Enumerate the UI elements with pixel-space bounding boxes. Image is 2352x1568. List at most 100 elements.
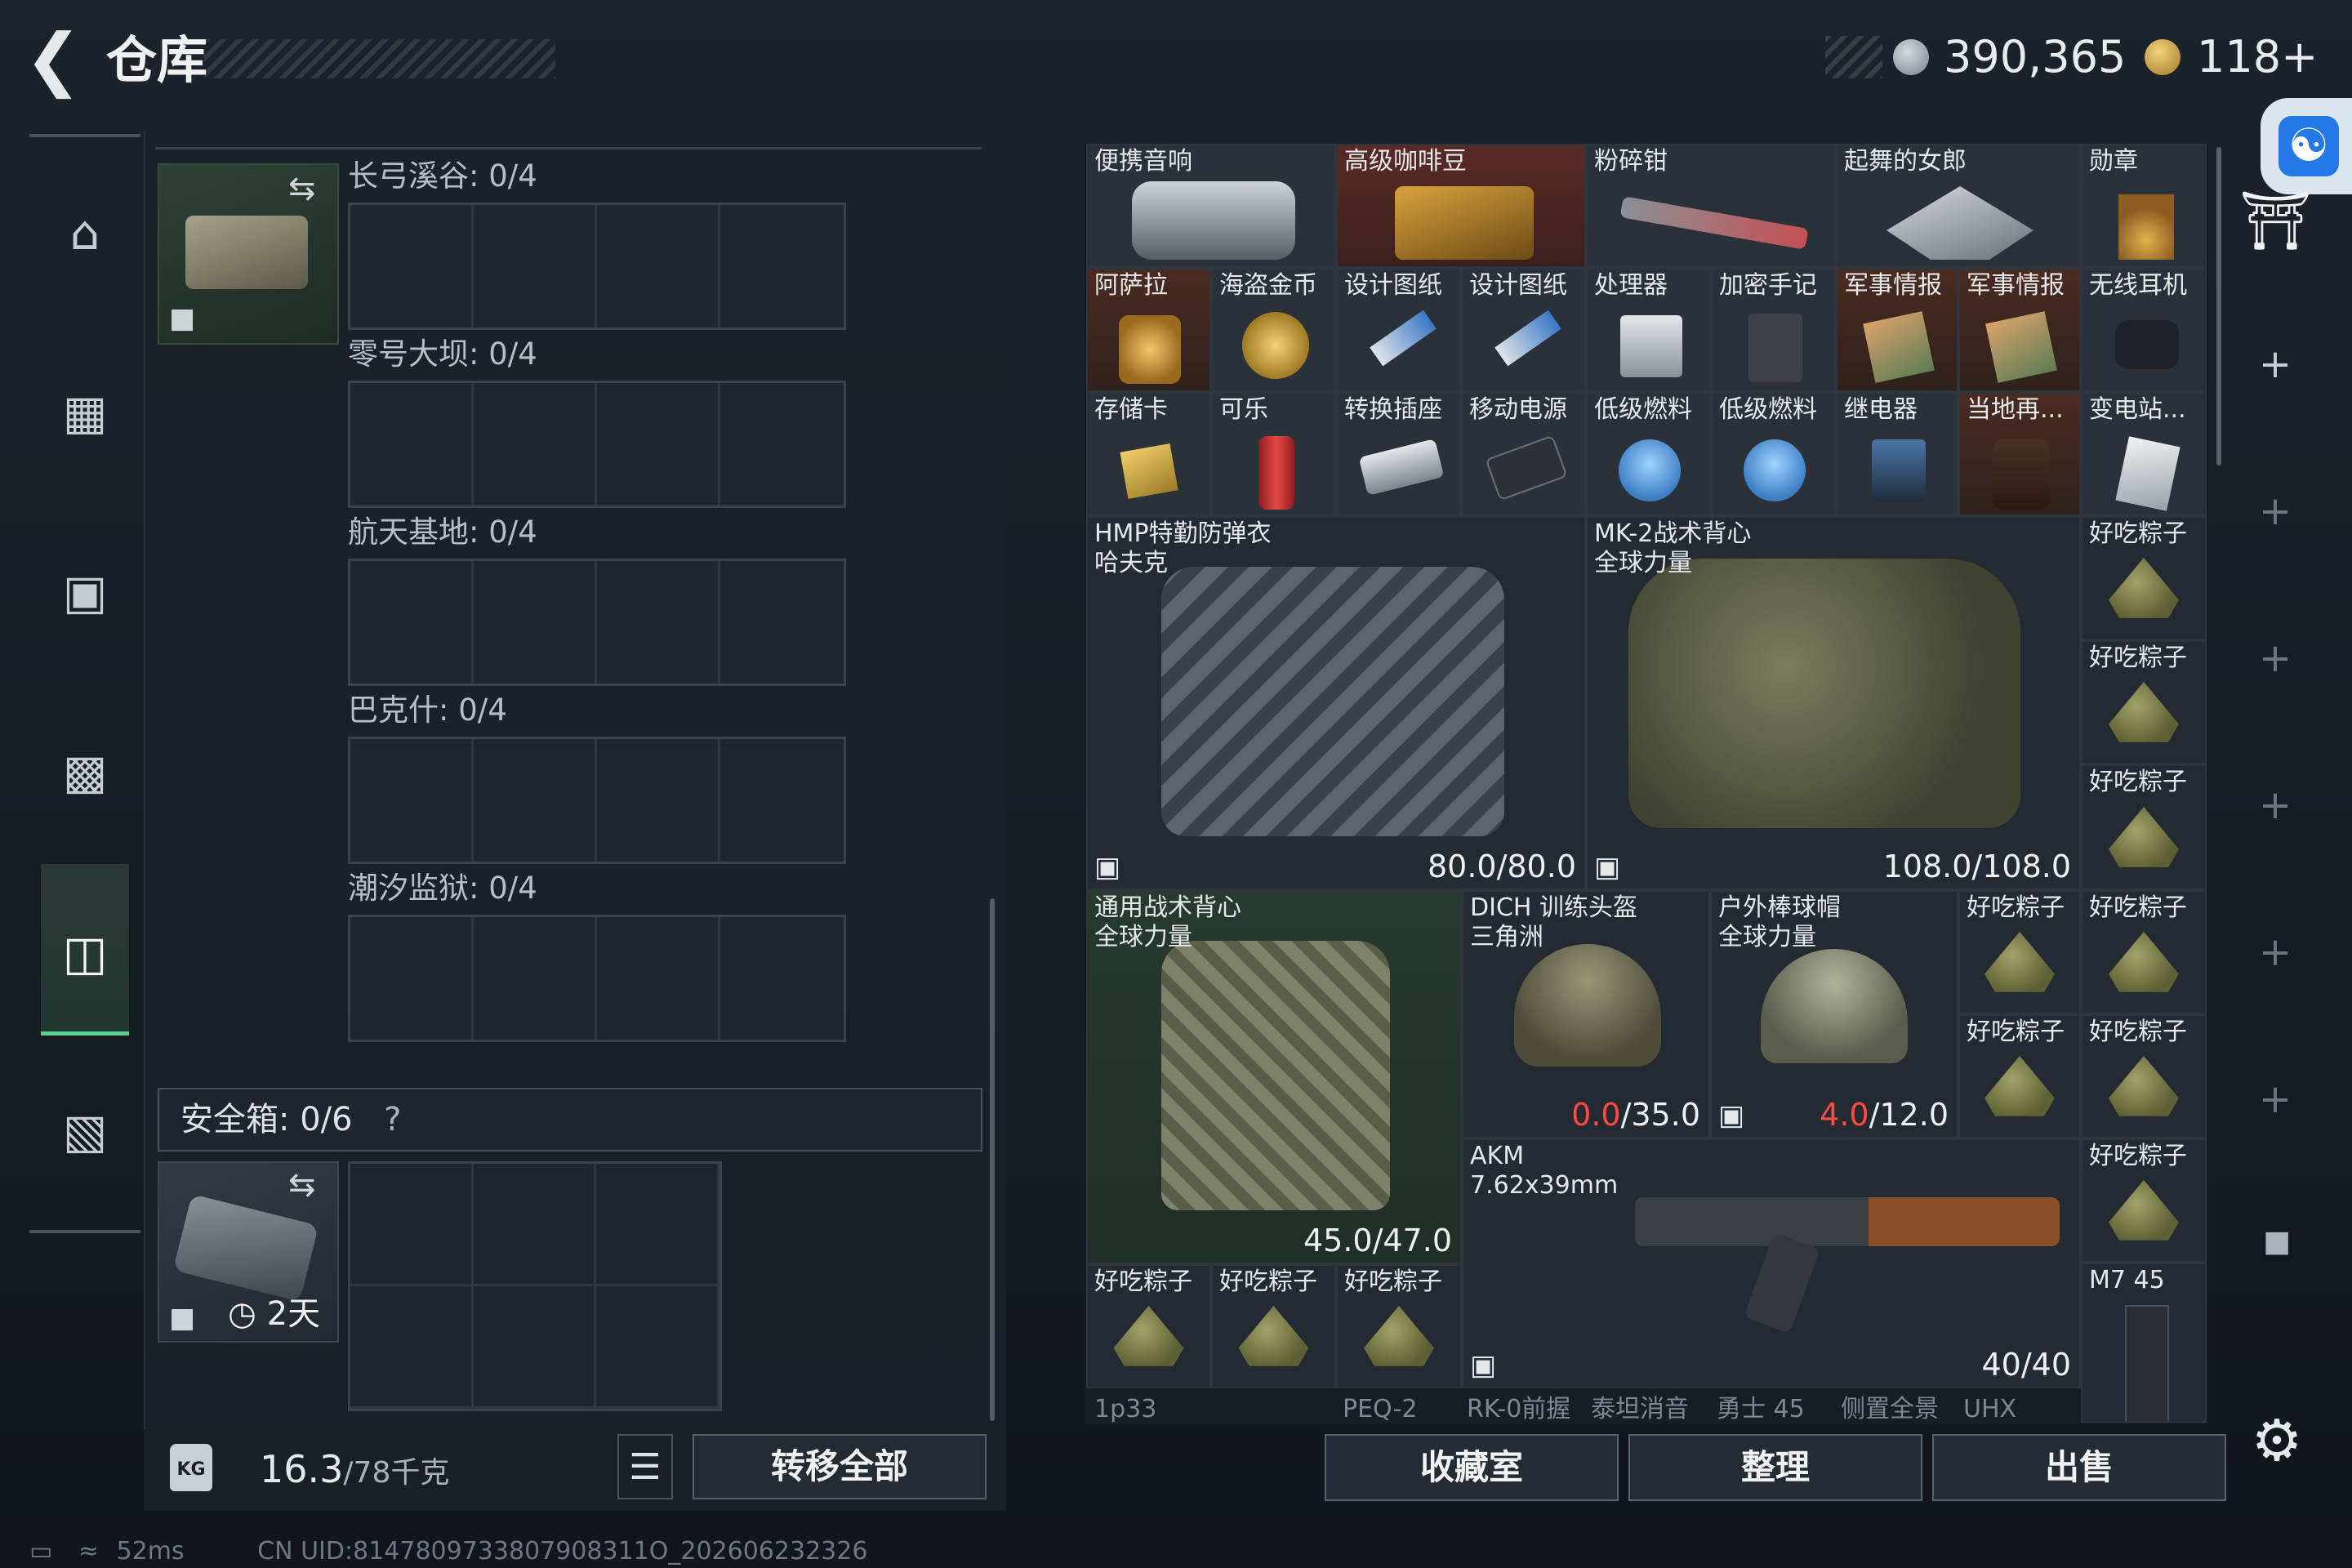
helmet-image xyxy=(1514,944,1661,1067)
silver-coin-icon xyxy=(1893,39,1929,75)
item-cell[interactable]: 设计图纸 xyxy=(1461,268,1586,392)
gear-icon[interactable]: ⚙ xyxy=(2244,1408,2310,1473)
add-page-icon[interactable]: + xyxy=(2254,1078,2296,1120)
sell-button[interactable]: 出售 xyxy=(1932,1434,2226,1501)
power-bank-image xyxy=(1485,434,1568,501)
item-cell-zongzi[interactable]: 好吃粽子 xyxy=(2081,516,2207,640)
item-cell[interactable]: 勋章 xyxy=(2081,144,2207,268)
cup-image xyxy=(1119,315,1181,384)
organize-button[interactable]: 整理 xyxy=(1628,1434,1922,1501)
broken-icon: ▣ xyxy=(1594,851,1621,884)
item-name: 低级燃料 xyxy=(1719,395,1817,424)
zongzi-image xyxy=(2109,1179,2179,1241)
item-name: 设计图纸 xyxy=(1344,271,1442,300)
item-cell[interactable]: 起舞的女郎 xyxy=(1836,144,2081,268)
item-cell[interactable]: 当地再... xyxy=(1958,392,2081,516)
add-page-icon[interactable]: + xyxy=(2254,637,2296,679)
container-slot-thumbnail[interactable]: ⇆ ■ xyxy=(158,163,339,345)
safe-box-thumbnail[interactable]: ⇆ ■ ◷ 2天 xyxy=(158,1161,339,1343)
accessibility-icon[interactable]: ☯ xyxy=(2278,116,2339,176)
item-cell[interactable]: 海盗金币 xyxy=(1211,268,1336,392)
swap-icon[interactable]: ⇆ xyxy=(288,1166,316,1204)
vault-icon[interactable]: ⛩ xyxy=(2239,186,2312,255)
map-slots-tidal-prison[interactable] xyxy=(348,915,846,1042)
item-name: 好吃粽子 xyxy=(1094,1267,1192,1296)
item-name: 好吃粽子 xyxy=(1219,1267,1317,1296)
item-cell[interactable]: 便携音响 xyxy=(1086,144,1336,268)
item-cell[interactable]: 无线耳机 xyxy=(2081,268,2207,392)
item-cell[interactable]: 设计图纸 xyxy=(1336,268,1461,392)
cola-image xyxy=(1258,436,1294,510)
item-cell-mag[interactable]: M7 45 xyxy=(2081,1263,2207,1423)
map-slots-space-base[interactable] xyxy=(348,559,846,686)
item-cell[interactable]: 高级咖啡豆 xyxy=(1336,144,1586,268)
armor-cell-general[interactable]: 通用战术背心 全球力量 45.0/47.0 xyxy=(1086,890,1462,1264)
item-cell[interactable]: 军事情报 xyxy=(1958,268,2081,392)
status-bar: ▭ ≈ 52ms CN UID:8147809733807908311O_202… xyxy=(29,1535,867,1568)
helmet-cell-dich[interactable]: DICH 训练头盔 三角洲 0.0/35.0 xyxy=(1462,890,1710,1138)
pouch-icon[interactable]: ▩ xyxy=(29,727,140,817)
durability: 108.0/108.0 xyxy=(1882,849,2071,884)
armor-cell-hmp[interactable]: HMP特勤防弹衣 哈夫克 ▣ 80.0/80.0 xyxy=(1086,516,1586,890)
helmet-cell-cap[interactable]: 户外棒球帽 全球力量 ▣ 4.0/12.0 xyxy=(1710,890,1958,1138)
transfer-all-button[interactable]: 转移全部 xyxy=(693,1434,987,1499)
collection-room-button[interactable]: 收藏室 xyxy=(1325,1434,1619,1501)
item-cell[interactable]: 转换插座 xyxy=(1336,392,1461,516)
item-cell-zongzi[interactable]: 好吃粽子 xyxy=(2081,640,2207,764)
add-page-icon[interactable]: + xyxy=(2254,931,2296,973)
uid-readout: CN UID:8147809733807908311O_202606232326 xyxy=(257,1537,868,1566)
help-icon[interactable]: ? xyxy=(384,1101,401,1138)
item-name: 军事情报 xyxy=(1967,271,2065,300)
add-page-icon[interactable]: + xyxy=(2254,490,2296,532)
item-cell[interactable]: 低级燃料 xyxy=(1711,392,1836,516)
weapon-icon[interactable]: ⌂ xyxy=(29,188,140,278)
item-cell[interactable]: 加密手记 xyxy=(1711,268,1836,392)
item-cell-zongzi[interactable]: 好吃粽子 xyxy=(1958,890,2081,1014)
item-cell-zongzi[interactable]: 好吃粽子 xyxy=(2081,1138,2207,1263)
weight-icon: KG xyxy=(170,1444,212,1491)
item-cell-zongzi[interactable]: 好吃粽子 xyxy=(1086,1264,1211,1388)
gold-amount[interactable]: 118+ xyxy=(2197,33,2318,82)
item-cell[interactable]: 粉碎钳 xyxy=(1586,144,1836,268)
item-cell[interactable]: 继电器 xyxy=(1836,392,1958,516)
list-view-button[interactable]: ☰ xyxy=(617,1434,673,1499)
left-scrollbar[interactable] xyxy=(990,898,995,1421)
vest-icon[interactable]: ▦ xyxy=(29,368,140,457)
clock-icon: ◷ xyxy=(228,1295,256,1333)
item-cell[interactable]: 可乐 xyxy=(1211,392,1336,516)
vest-image xyxy=(1161,567,1504,836)
item-cell[interactable]: 低级燃料 xyxy=(1586,392,1711,516)
item-cell-zongzi[interactable]: 好吃粽子 xyxy=(1958,1014,2081,1138)
item-cell-zongzi[interactable]: 好吃粽子 xyxy=(2081,890,2207,1014)
item-cell[interactable]: 存储卡 xyxy=(1086,392,1211,516)
durability: 80.0/80.0 xyxy=(1427,849,1576,884)
item-name: M7 45 xyxy=(2089,1266,2165,1294)
item-name: AKM 7.62x39mm xyxy=(1470,1142,1619,1200)
inventory-scrollbar[interactable] xyxy=(2216,147,2221,466)
item-cell-zongzi[interactable]: 好吃粽子 xyxy=(2081,764,2207,890)
item-name: 海盗金币 xyxy=(1219,271,1317,300)
item-cell[interactable]: 变电站... xyxy=(2081,392,2207,516)
safe-box-icon[interactable]: ◫ xyxy=(29,908,140,998)
safe-box-slots[interactable] xyxy=(348,1161,722,1411)
item-cell[interactable]: 军事情报 xyxy=(1836,268,1958,392)
item-cell[interactable]: 处理器 xyxy=(1586,268,1711,392)
map-slots-changgong[interactable] xyxy=(348,203,846,330)
adapter-image xyxy=(1358,439,1445,496)
weapon-cell-akm[interactable]: AKM 7.62x39mm ▣ 40/40 xyxy=(1462,1138,2081,1388)
item-cell-zongzi[interactable]: 好吃粽子 xyxy=(2081,1014,2207,1138)
item-cell-zongzi[interactable]: 好吃粽子 xyxy=(1211,1264,1336,1388)
earbuds-image xyxy=(2115,320,2179,369)
item-cell[interactable]: 移动电源 xyxy=(1461,392,1586,516)
case-icon[interactable]: ▧ xyxy=(29,1086,140,1176)
armor-cell-mk2[interactable]: MK-2战术背心 全球力量 ▣ 108.0/108.0 xyxy=(1586,516,2081,890)
back-button[interactable]: ❮ xyxy=(24,24,82,93)
item-cell-zongzi[interactable]: 好吃粽子 xyxy=(1336,1264,1462,1388)
backpack-icon[interactable]: ▣ xyxy=(29,547,140,637)
add-page-icon[interactable]: + xyxy=(2254,343,2296,385)
swap-icon[interactable]: ⇆ xyxy=(288,170,316,207)
item-cell[interactable]: 阿萨拉 xyxy=(1086,268,1211,392)
map-slots-dam[interactable] xyxy=(348,381,846,508)
add-page-icon[interactable]: + xyxy=(2254,784,2296,826)
map-slots-bakesh[interactable] xyxy=(348,737,846,864)
